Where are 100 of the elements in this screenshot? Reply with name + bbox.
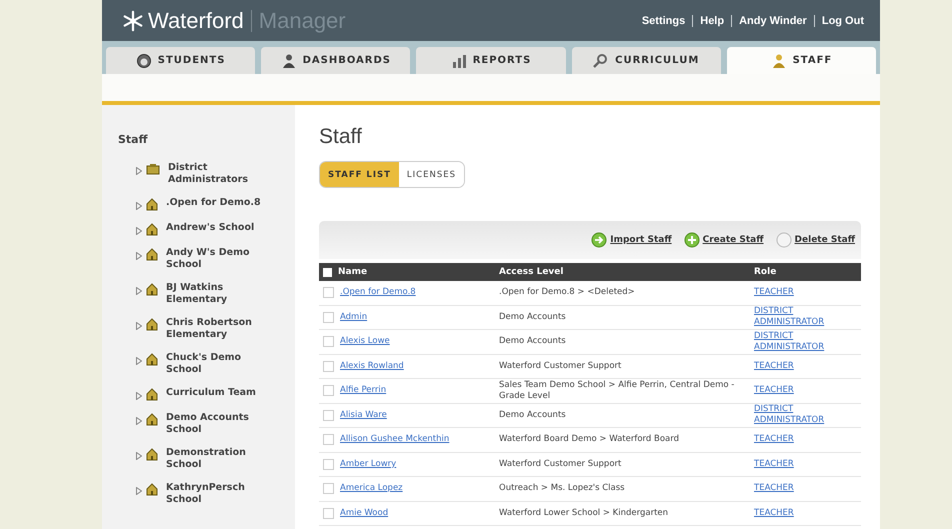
table-cell: Waterford Customer Support (499, 360, 622, 371)
expand-arrow-icon[interactable] (136, 287, 142, 295)
person-icon (770, 52, 787, 68)
column-header: Name (338, 267, 368, 277)
table-cell: Waterford Board Demo > Waterford Board (499, 434, 679, 444)
column-header: Access Level (499, 267, 564, 277)
role-link[interactable]: TEACHER (754, 434, 844, 446)
header-link[interactable]: Help (700, 14, 724, 26)
role-link[interactable]: TEACHER (754, 360, 844, 372)
row-checkbox[interactable] (323, 458, 334, 470)
staff-name-link[interactable]: Alfie Perrin (340, 385, 386, 396)
delete-icon (776, 232, 792, 248)
staff-name-link[interactable]: Admin (340, 312, 368, 323)
row-checkbox[interactable] (323, 410, 334, 421)
schoolhouse-icon (146, 248, 158, 261)
sidebar-item[interactable]: Curriculum Team (166, 387, 276, 399)
schoolhouse-icon (146, 388, 158, 401)
header-link[interactable]: Andy Winder (739, 14, 807, 26)
schoolhouse-icon (146, 448, 158, 461)
sidebar-item[interactable]: BJ Watkins Elementary (166, 282, 276, 306)
segment-tab[interactable]: STAFF LIST (320, 162, 399, 187)
nav-tab[interactable]: DASHBOARDS (261, 47, 410, 74)
row-checkbox[interactable] (323, 287, 334, 298)
magnifier-icon (593, 52, 610, 68)
table-cell: Demo Accounts (499, 336, 566, 346)
nav-tab[interactable]: REPORTS (416, 47, 566, 74)
staff-name-link[interactable]: Alexis Rowland (340, 360, 404, 372)
staff-name-link[interactable]: Alisia Ware (340, 410, 387, 421)
import-icon (591, 232, 608, 248)
select-all-checkbox[interactable] (323, 268, 332, 276)
role-link[interactable]: DISTRICT ADMINISTRATOR (754, 306, 844, 328)
table-cell: Demo Accounts (499, 410, 566, 420)
sidebar-item[interactable]: Andy W's Demo School (166, 247, 276, 271)
expand-arrow-icon[interactable] (136, 202, 142, 210)
page-title: Staff (319, 125, 363, 149)
schoolhouse-icon (146, 353, 158, 366)
role-link[interactable]: TEACHER (754, 385, 844, 396)
sidebar-title: Staff (118, 133, 149, 146)
role-link[interactable]: DISTRICT ADMINISTRATOR (754, 330, 844, 353)
schoolhouse-icon (146, 413, 158, 426)
action-link[interactable]: Create Staff (702, 235, 764, 245)
sidebar-item[interactable]: .Open for Demo.8 (166, 197, 276, 209)
logo-text: Waterford (148, 8, 244, 34)
table-cell: Outreach > Ms. Lopez's Class (499, 483, 625, 494)
row-checkbox[interactable] (323, 434, 334, 446)
expand-arrow-icon[interactable] (136, 487, 142, 495)
sidebar-item[interactable]: Demonstration School (166, 447, 276, 471)
bar-chart-icon (450, 52, 467, 68)
staff-name-link[interactable]: .Open for Demo.8 (340, 287, 416, 298)
nav-tab[interactable]: STAFF (726, 47, 876, 74)
row-checkbox[interactable] (323, 483, 334, 494)
schoolhouse-icon (146, 283, 158, 296)
schoolhouse-icon (146, 483, 158, 496)
sidebar-item[interactable]: Chuck's Demo School (166, 352, 276, 376)
staff-name-link[interactable]: Allison Gushee Mckenthin (340, 434, 450, 446)
table-cell: .Open for Demo.8 > <Deleted> (499, 287, 635, 298)
role-link[interactable]: TEACHER (754, 458, 844, 470)
row-checkbox[interactable] (323, 385, 334, 396)
expand-arrow-icon[interactable] (136, 322, 142, 330)
building-icon (146, 163, 160, 175)
row-checkbox[interactable] (323, 360, 334, 372)
expand-arrow-icon[interactable] (136, 357, 142, 365)
sidebar-item[interactable]: Andrew's School (166, 222, 276, 234)
role-link[interactable]: TEACHER (754, 287, 844, 298)
expand-arrow-icon[interactable] (136, 227, 142, 235)
table-cell: Waterford Lower School > Kindergarten (499, 508, 668, 518)
sidebar-item[interactable]: Demo Accounts School (166, 412, 276, 436)
expand-arrow-icon[interactable] (136, 252, 142, 260)
sidebar-item[interactable]: District Administrators (168, 162, 278, 186)
sidebar-item[interactable]: KathrynPersch School (166, 482, 276, 506)
staff-name-link[interactable]: America Lopez (340, 483, 403, 494)
nav-tab[interactable]: CURRICULUM (572, 47, 721, 74)
row-checkbox[interactable] (323, 312, 334, 323)
staff-name-link[interactable]: Amber Lowry (340, 458, 396, 470)
header-link[interactable]: Settings (642, 14, 686, 26)
expand-arrow-icon[interactable] (136, 417, 142, 425)
table-cell: Waterford Customer Support (499, 458, 622, 469)
role-link[interactable]: DISTRICT ADMINISTRATOR (754, 404, 844, 426)
role-link[interactable]: TEACHER (754, 483, 844, 494)
action-link[interactable]: Delete Staff (794, 235, 855, 245)
row-checkbox[interactable] (323, 336, 334, 348)
expand-arrow-icon[interactable] (136, 452, 142, 460)
role-link[interactable]: TEACHER (754, 508, 844, 519)
sidebar-item[interactable]: Chris Robertson Elementary (166, 317, 276, 341)
schoolhouse-icon (146, 198, 158, 211)
expand-arrow-icon[interactable] (136, 392, 142, 400)
schoolhouse-icon (146, 318, 158, 331)
plus-icon (684, 232, 700, 248)
table-cell: Demo Accounts (499, 312, 566, 322)
nav-tab[interactable]: STUDENTS (106, 47, 256, 74)
snowflake-icon (122, 10, 144, 32)
column-header: Role (754, 267, 776, 277)
staff-name-link[interactable]: Alexis Lowe (340, 336, 390, 348)
person-icon (280, 52, 297, 68)
row-checkbox[interactable] (323, 508, 334, 519)
staff-name-link[interactable]: Amie Wood (340, 508, 388, 519)
header-link[interactable]: Log Out (822, 14, 864, 26)
schoolhouse-icon (146, 223, 158, 236)
action-link[interactable]: Import Staff (610, 235, 672, 245)
expand-arrow-icon[interactable] (136, 167, 142, 175)
